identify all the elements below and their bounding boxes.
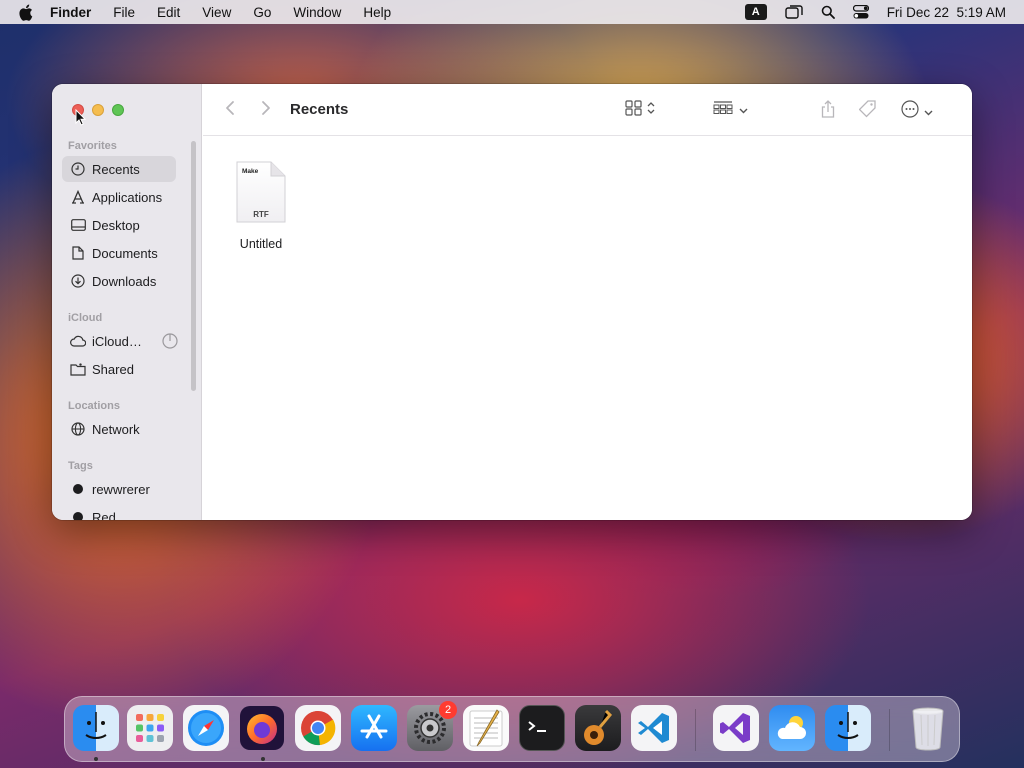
tag-button[interactable] [858, 100, 877, 123]
sidebar-item-icloud-drive[interactable]: iCloud… [62, 328, 178, 354]
applications-icon [70, 189, 86, 205]
running-indicator [94, 757, 98, 761]
locations-header: Locations [68, 400, 120, 412]
menu-file[interactable]: File [113, 5, 135, 20]
input-source-indicator[interactable]: A [744, 4, 767, 20]
sidebar-item-label: Recents [92, 161, 140, 177]
dock-system-settings-icon[interactable]: 2 [407, 701, 457, 751]
spotlight-icon[interactable] [821, 5, 835, 19]
dock-firefox-icon[interactable] [239, 705, 285, 751]
sidebar-tag-red[interactable]: Red [62, 504, 176, 520]
menu-app-name[interactable]: Finder [50, 5, 91, 20]
ellipsis-circle-icon [901, 100, 919, 123]
file-type-label: RTF [253, 210, 269, 219]
notification-badge: 2 [439, 701, 457, 719]
dock-separator [889, 709, 890, 751]
sidebar-tag-rewwrerer[interactable]: rewwrerer [62, 476, 176, 502]
minimize-button[interactable] [92, 104, 104, 116]
chevron-down-icon [739, 101, 748, 119]
menu-bar: Finder File Edit View Go Window Help A F… [0, 0, 1024, 24]
file-item[interactable]: Make RTF Untitled [231, 161, 291, 251]
tag-color-dot [70, 509, 86, 520]
sidebar-item-downloads[interactable]: Downloads [62, 268, 176, 294]
sidebar-item-label: Red [92, 509, 116, 521]
download-icon [70, 273, 86, 289]
dock-visual-studio-icon[interactable] [713, 705, 759, 751]
group-by-button[interactable] [713, 100, 748, 119]
action-menu-button[interactable] [901, 100, 933, 123]
sidebar-item-label: Shared [92, 361, 134, 377]
running-indicator [261, 757, 265, 761]
menu-help[interactable]: Help [363, 5, 391, 20]
menu-edit[interactable]: Edit [157, 5, 180, 20]
menu-window[interactable]: Window [293, 5, 341, 20]
sidebar-item-label: Network [92, 421, 140, 437]
dock-launchpad-icon[interactable] [127, 705, 173, 751]
cloud-icon [70, 333, 86, 349]
sidebar-item-applications[interactable]: Applications [62, 184, 176, 210]
window-title: Recents [290, 101, 349, 118]
menu-go[interactable]: Go [253, 5, 271, 20]
view-mode-button[interactable] [625, 100, 655, 121]
sidebar-scrollbar[interactable] [191, 141, 196, 391]
dock-chrome-icon[interactable] [295, 705, 341, 751]
sync-progress-icon [162, 333, 178, 349]
rtf-document-icon: Make RTF [236, 161, 286, 223]
sidebar-item-recents[interactable]: Recents [62, 156, 176, 182]
screen-mirroring-icon[interactable] [784, 5, 803, 19]
dock-safari-icon[interactable] [183, 705, 229, 751]
sidebar-item-label: Documents [92, 245, 158, 261]
clock-icon [70, 161, 86, 177]
dock-app-store-icon[interactable] [351, 705, 397, 751]
share-button[interactable] [821, 100, 835, 123]
tag-color-dot [70, 481, 86, 497]
sidebar-item-label: Applications [92, 189, 163, 205]
share-icon [821, 100, 835, 123]
dock-separator [695, 709, 696, 751]
apple-icon[interactable] [18, 3, 36, 21]
dock: 2 [64, 696, 960, 762]
globe-icon [70, 421, 86, 437]
mouse-pointer-icon [75, 109, 86, 126]
dock-weather-icon[interactable] [769, 705, 815, 751]
menu-view[interactable]: View [202, 5, 231, 20]
sidebar-item-documents[interactable]: Documents [62, 240, 176, 266]
menu-clock[interactable]: Fri Dec 22 5:19 AM [887, 5, 1006, 20]
dock-textedit-icon[interactable] [463, 705, 509, 751]
dock-finder-icon[interactable] [73, 705, 119, 751]
chevron-updown-icon [647, 101, 655, 120]
sidebar-item-label: rewwrerer [92, 481, 150, 497]
sidebar-item-desktop[interactable]: Desktop [62, 212, 176, 238]
tags-header: Tags [68, 460, 93, 472]
file-name: Untitled [239, 237, 283, 251]
dock-finder-secondary-icon[interactable] [825, 705, 871, 751]
icloud-header: iCloud [68, 312, 103, 324]
file-browser-content: Make RTF Untitled [203, 137, 972, 520]
dock-garageband-icon[interactable] [575, 705, 621, 751]
icon-view-grid-icon [625, 100, 643, 121]
dock-trash-icon[interactable] [905, 705, 951, 751]
sidebar-item-label: Desktop [92, 217, 140, 233]
sidebar-item-label: iCloud… [92, 333, 142, 349]
sidebar-item-shared[interactable]: Shared [62, 356, 176, 382]
zoom-button[interactable] [112, 104, 124, 116]
document-icon [70, 245, 86, 261]
toolbar: Recents [203, 84, 972, 136]
dock-terminal-icon[interactable] [519, 705, 565, 751]
favorites-header: Favorites [68, 140, 117, 152]
sidebar: Favorites Recents Applications Desktop D… [52, 84, 202, 520]
finder-window: Favorites Recents Applications Desktop D… [52, 84, 972, 520]
desktop-icon [70, 217, 86, 233]
sidebar-item-network[interactable]: Network [62, 416, 176, 442]
tag-icon [858, 100, 877, 123]
dock-vscode-icon[interactable] [631, 705, 677, 751]
file-preview-text: Make [242, 168, 259, 175]
sidebar-item-label: Downloads [92, 273, 157, 289]
shared-folder-icon [70, 361, 86, 377]
forward-button[interactable] [261, 100, 271, 116]
group-grid-icon [713, 100, 733, 119]
back-button[interactable] [225, 100, 235, 116]
control-center-icon[interactable] [852, 5, 869, 19]
chevron-down-icon [924, 103, 933, 121]
